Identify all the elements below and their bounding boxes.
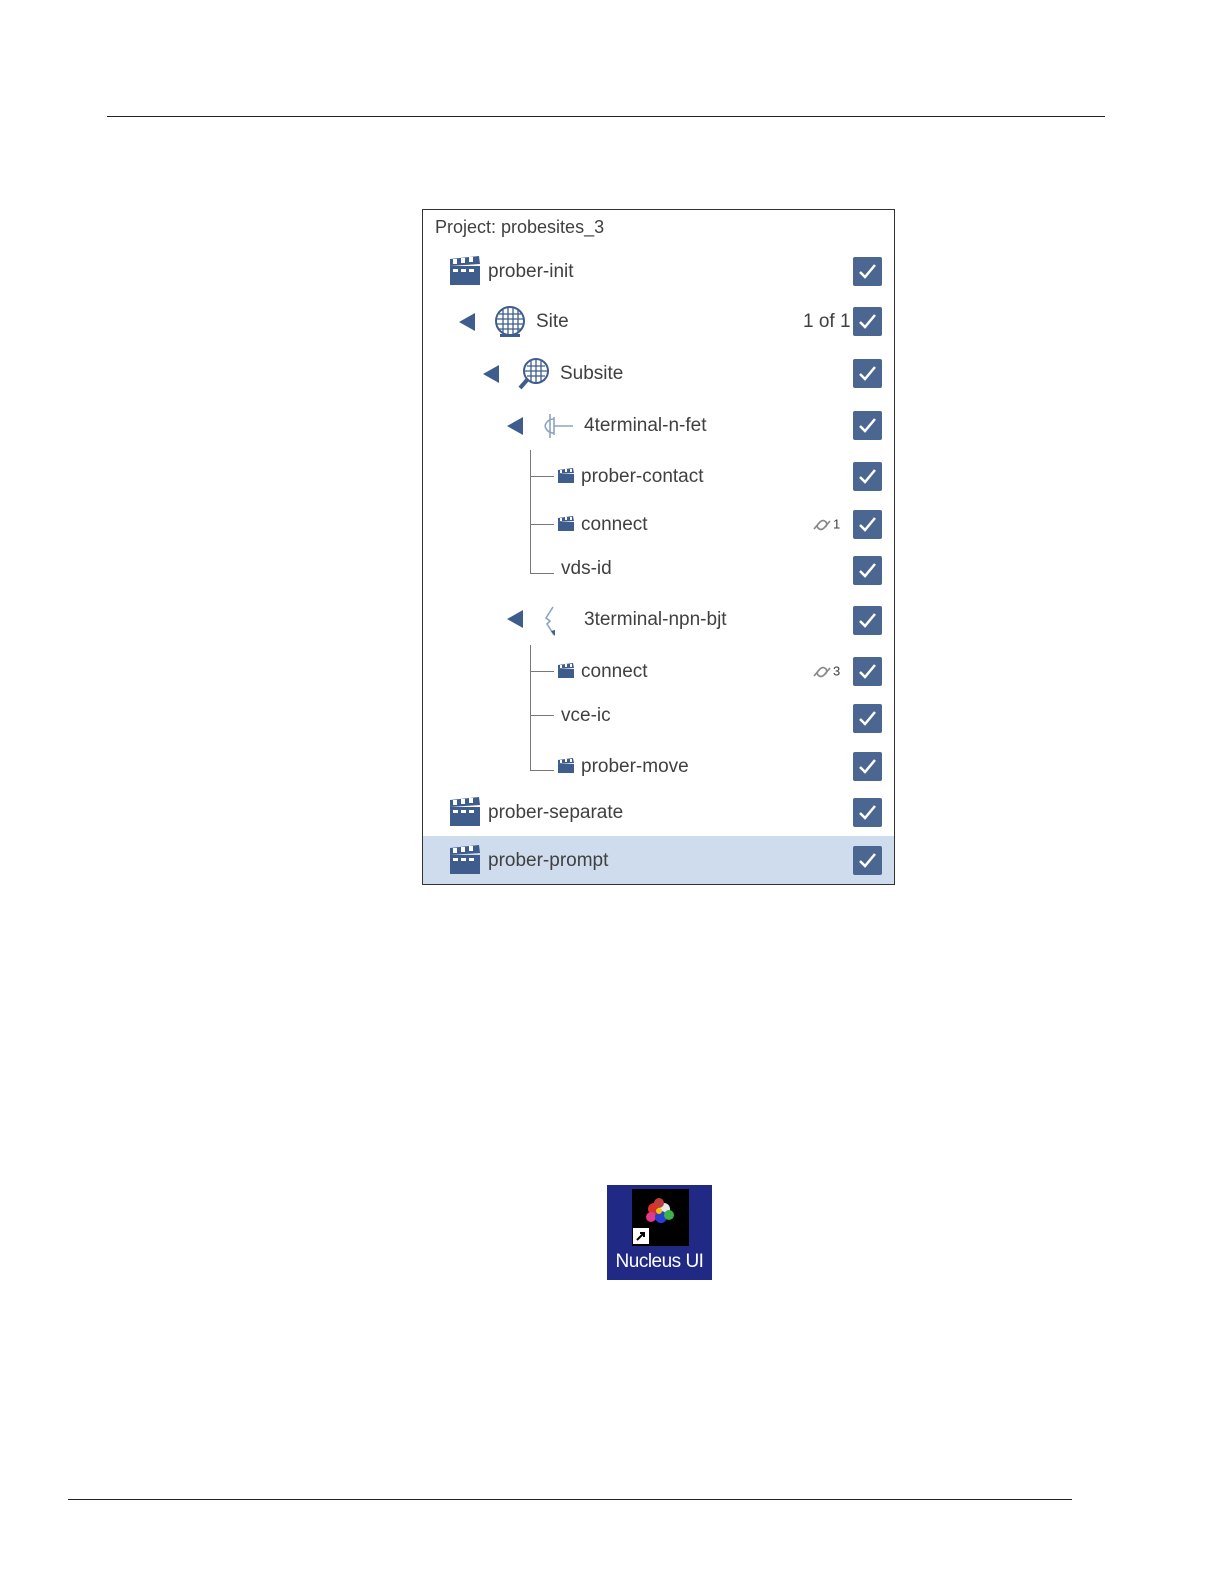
tree-item-prober-move[interactable]: prober-move — [423, 748, 894, 786]
tree-item-site[interactable]: Site 1 of 1 — [423, 302, 894, 342]
checkbox[interactable] — [853, 657, 882, 686]
wafer-icon — [495, 306, 525, 337]
checkbox[interactable] — [853, 556, 882, 585]
subsite-magnifier-icon — [518, 358, 549, 390]
tree-item-label: prober-move — [581, 756, 689, 777]
tree-item-label: Subsite — [560, 363, 624, 384]
collapse-caret-icon[interactable] — [507, 417, 523, 435]
tree-item-device-4terminal-n-fet[interactable]: 4terminal-n-fet — [423, 406, 894, 446]
link-count-badge: 3 — [811, 663, 840, 681]
tree-item-label: 4terminal-n-fet — [584, 415, 707, 436]
tree-item-label: prober-contact — [581, 466, 704, 487]
checkbox[interactable] — [853, 359, 882, 388]
nucleus-app-icon — [632, 1189, 689, 1246]
tree-item-connect[interactable]: connect 1 — [423, 506, 894, 544]
clapperboard-icon — [558, 468, 574, 483]
tree-item-prober-contact[interactable]: prober-contact — [423, 458, 894, 496]
checkbox[interactable] — [853, 510, 882, 539]
checkbox[interactable] — [853, 257, 882, 286]
collapse-caret-icon[interactable] — [459, 313, 475, 331]
shortcut-label: Nucleus UI — [615, 1251, 704, 1272]
nucleus-ui-desktop-shortcut[interactable]: Nucleus UI — [607, 1185, 712, 1280]
tree-item-label: Site — [536, 311, 569, 332]
link-icon — [813, 519, 831, 531]
bjt-symbol-icon — [544, 606, 555, 636]
checkbox[interactable] — [853, 411, 882, 440]
tree-item-device-3terminal-npn-bjt[interactable]: 3terminal-npn-bjt — [423, 601, 894, 641]
checkbox[interactable] — [853, 704, 882, 733]
project-title: Project: probesites_3 — [435, 217, 605, 237]
tree-item-vce-ic[interactable]: vce-ic — [423, 700, 894, 738]
tree-item-label: 3terminal-npn-bjt — [584, 609, 727, 630]
clapperboard-icon — [558, 758, 574, 773]
collapse-caret-icon[interactable] — [483, 365, 499, 383]
checkbox[interactable] — [853, 752, 882, 781]
tree-item-prober-init[interactable]: prober-init — [423, 252, 894, 292]
tree-item-label: connect — [581, 661, 648, 682]
checkbox[interactable] — [853, 307, 882, 336]
tree-item-label: vce-ic — [561, 705, 611, 726]
checkbox[interactable] — [853, 606, 882, 635]
tree-item-label: prober-prompt — [488, 850, 609, 871]
tree-item-subsite[interactable]: Subsite — [423, 354, 894, 394]
collapse-caret-icon[interactable] — [507, 610, 523, 628]
checkbox[interactable] — [853, 462, 882, 491]
link-count: 3 — [833, 663, 841, 679]
checkbox[interactable] — [853, 846, 882, 875]
clapperboard-icon — [450, 256, 480, 285]
tree-item-vds-id[interactable]: vds-id — [423, 552, 894, 590]
tree-item-prober-separate[interactable]: prober-separate — [423, 793, 894, 833]
tree-item-label: prober-separate — [488, 802, 624, 823]
project-tree-panel: Project: probesites_3 prober-init Site 1… — [422, 209, 895, 885]
tree-item-connect[interactable]: connect 3 — [423, 653, 894, 691]
checkbox[interactable] — [853, 798, 882, 827]
link-count-badge: 1 — [811, 516, 840, 534]
clapperboard-icon — [558, 516, 574, 531]
clapperboard-icon — [558, 663, 574, 678]
site-count: 1 of 1 — [803, 311, 851, 332]
link-icon — [813, 666, 831, 678]
tree-item-prober-prompt[interactable]: prober-prompt — [423, 836, 894, 884]
footer-rule — [68, 1499, 1072, 1500]
fet-symbol-icon — [544, 414, 573, 438]
header-rule — [107, 116, 1105, 117]
tree-item-label: prober-init — [488, 261, 574, 282]
tree-item-label: vds-id — [561, 558, 612, 579]
clapperboard-icon — [450, 797, 480, 826]
clapperboard-icon — [450, 845, 480, 874]
link-count: 1 — [833, 516, 841, 532]
tree-item-label: connect — [581, 514, 648, 535]
nucleus-logo-icon — [633, 1198, 674, 1244]
